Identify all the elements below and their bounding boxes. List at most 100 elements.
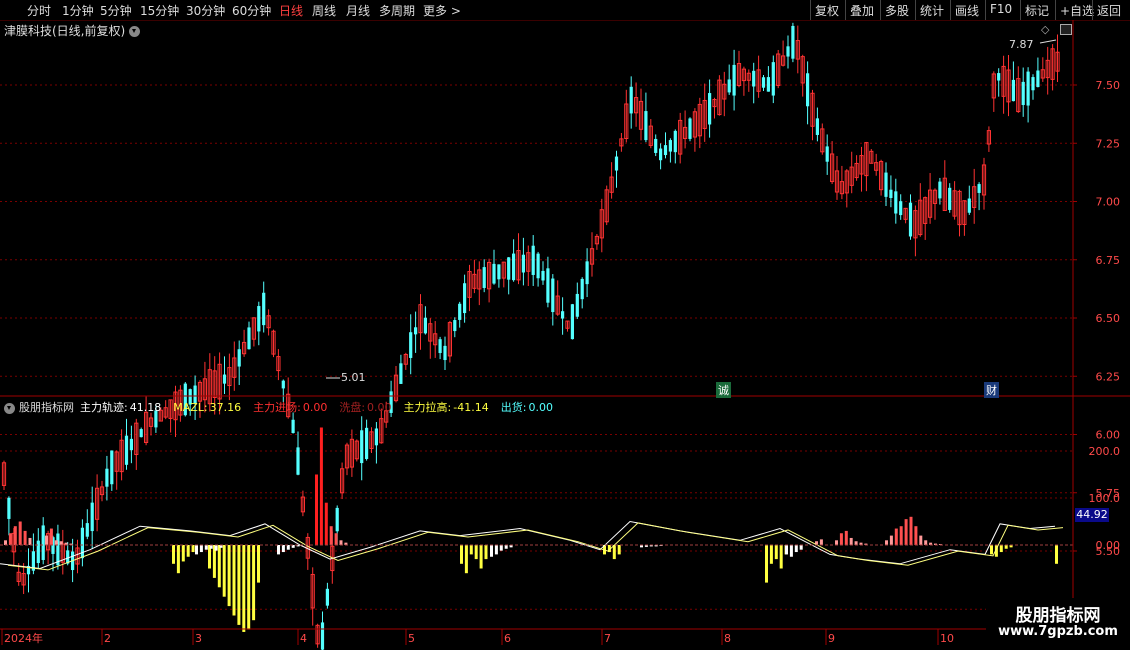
ch-label-text: 出货: (500, 401, 527, 414)
candle-down (320, 622, 325, 650)
panel-toggle-icon[interactable] (1060, 24, 1072, 35)
zljc-bar (909, 516, 913, 545)
chevron-down-icon[interactable] (129, 26, 141, 37)
grid-lines (0, 84, 1073, 610)
xp-label: 洗盘: 0.00 (339, 401, 397, 414)
candle-down (531, 245, 535, 275)
candle-down (110, 450, 114, 485)
candle-down (561, 311, 565, 319)
candle-down (512, 253, 516, 281)
xp-bar (277, 545, 280, 555)
chart-canvas[interactable]: 7.507.257.006.756.506.256.005.755.505.25… (0, 0, 1130, 650)
candle-down (7, 497, 11, 519)
zllg-bar (227, 545, 231, 607)
stock-name-label: 津膜科技(日线,前复权) (4, 24, 126, 38)
zljc-bar (839, 533, 843, 545)
zljc-bar (904, 519, 908, 545)
indicator-name: 股朋指标网 (19, 401, 74, 414)
zljc-bar (899, 526, 903, 545)
candle-down (825, 146, 829, 162)
date-tick-label: 8 (724, 632, 731, 645)
zljc-bar (924, 540, 928, 545)
zllg-bar (464, 545, 468, 574)
candle-down (80, 527, 84, 559)
xp-bar (789, 545, 793, 557)
candle-down (967, 198, 971, 213)
candlestick-series (1, 22, 1060, 650)
xp-bar (794, 545, 798, 553)
candle-down (105, 468, 109, 487)
candle-down (889, 189, 893, 199)
zljc-bar (854, 541, 858, 545)
date-tick-label: 7 (604, 632, 611, 645)
zljc-bar (8, 533, 12, 545)
zljc-bar (59, 541, 63, 545)
price-tick-label: 7.25 (1096, 137, 1121, 150)
date-tick-label: 4 (300, 632, 307, 645)
price-tick-label: 7.50 (1096, 79, 1121, 92)
chevron-down-icon[interactable] (4, 402, 15, 414)
zllg-bar (484, 545, 488, 560)
zllg-bar (999, 545, 1003, 553)
zllg-label: 主力拉高: -41.14 (404, 401, 495, 414)
price-tick-label: 6.25 (1096, 370, 1121, 383)
candle-down (654, 138, 658, 153)
candle-down (374, 428, 378, 446)
candle-down (521, 254, 525, 273)
candle-down (1021, 81, 1025, 106)
zljc-bar (28, 537, 32, 545)
ch-label: 出货: 0.00 (501, 401, 559, 414)
zllg-bar (765, 545, 768, 583)
zllg-bar (186, 545, 190, 557)
date-tick-label: 2 (104, 632, 111, 645)
event-badge-1[interactable]: 诚 (716, 382, 731, 398)
current-indicator-value: 44.92 (1075, 508, 1109, 522)
zljx-label-text: 主力轨迹: (80, 401, 128, 414)
candle-down (575, 293, 579, 317)
ch-value: 0.00 (528, 401, 553, 414)
event-badge-2[interactable]: 财 (984, 382, 999, 398)
xp-bar (199, 545, 203, 553)
watermark: 股朋指标网 www.7gpzb.com (986, 598, 1130, 650)
candle-down (585, 261, 589, 285)
candle-down (541, 270, 545, 281)
zljc-bar (844, 530, 848, 545)
candle-down (507, 257, 511, 280)
candle-down (708, 93, 712, 125)
zljc-bar (324, 502, 328, 545)
candle-down (1036, 70, 1040, 88)
zllg-bar (181, 545, 185, 562)
candle-down (570, 304, 574, 340)
date-tick-label: 10 (940, 632, 954, 645)
xp-bar (785, 545, 788, 555)
zljc-bar (849, 537, 853, 545)
candle-down (806, 73, 810, 107)
xp-bar (494, 545, 498, 555)
candle-down (899, 201, 903, 216)
zljc-bar (4, 540, 7, 545)
zljc-bar (339, 540, 343, 545)
candle-down (815, 118, 819, 135)
candle-down (458, 303, 462, 320)
zljc-bar (49, 528, 53, 545)
zllg-bar (1004, 545, 1008, 549)
candle-down (222, 374, 227, 384)
candle-down (894, 191, 898, 214)
high-arrow (1039, 39, 1057, 44)
candle-down (673, 130, 677, 153)
zljc-bar (819, 539, 823, 545)
candle-down (438, 339, 442, 354)
zllg-bar (617, 545, 621, 555)
zljc-bar (45, 535, 48, 545)
zllg-bar (469, 545, 473, 555)
candle-down (281, 380, 285, 389)
low-price-label: 5.01 (341, 371, 366, 384)
candle-down (423, 317, 427, 334)
candle-down (908, 202, 913, 237)
candle-down (325, 588, 329, 606)
mazl-value: 37.16 (209, 401, 242, 414)
zllg-bar (990, 545, 993, 555)
diamond-icon[interactable]: ◇ (1041, 23, 1049, 36)
zljc-label-text: 主力进场: (253, 401, 301, 414)
candle-down (36, 540, 40, 564)
